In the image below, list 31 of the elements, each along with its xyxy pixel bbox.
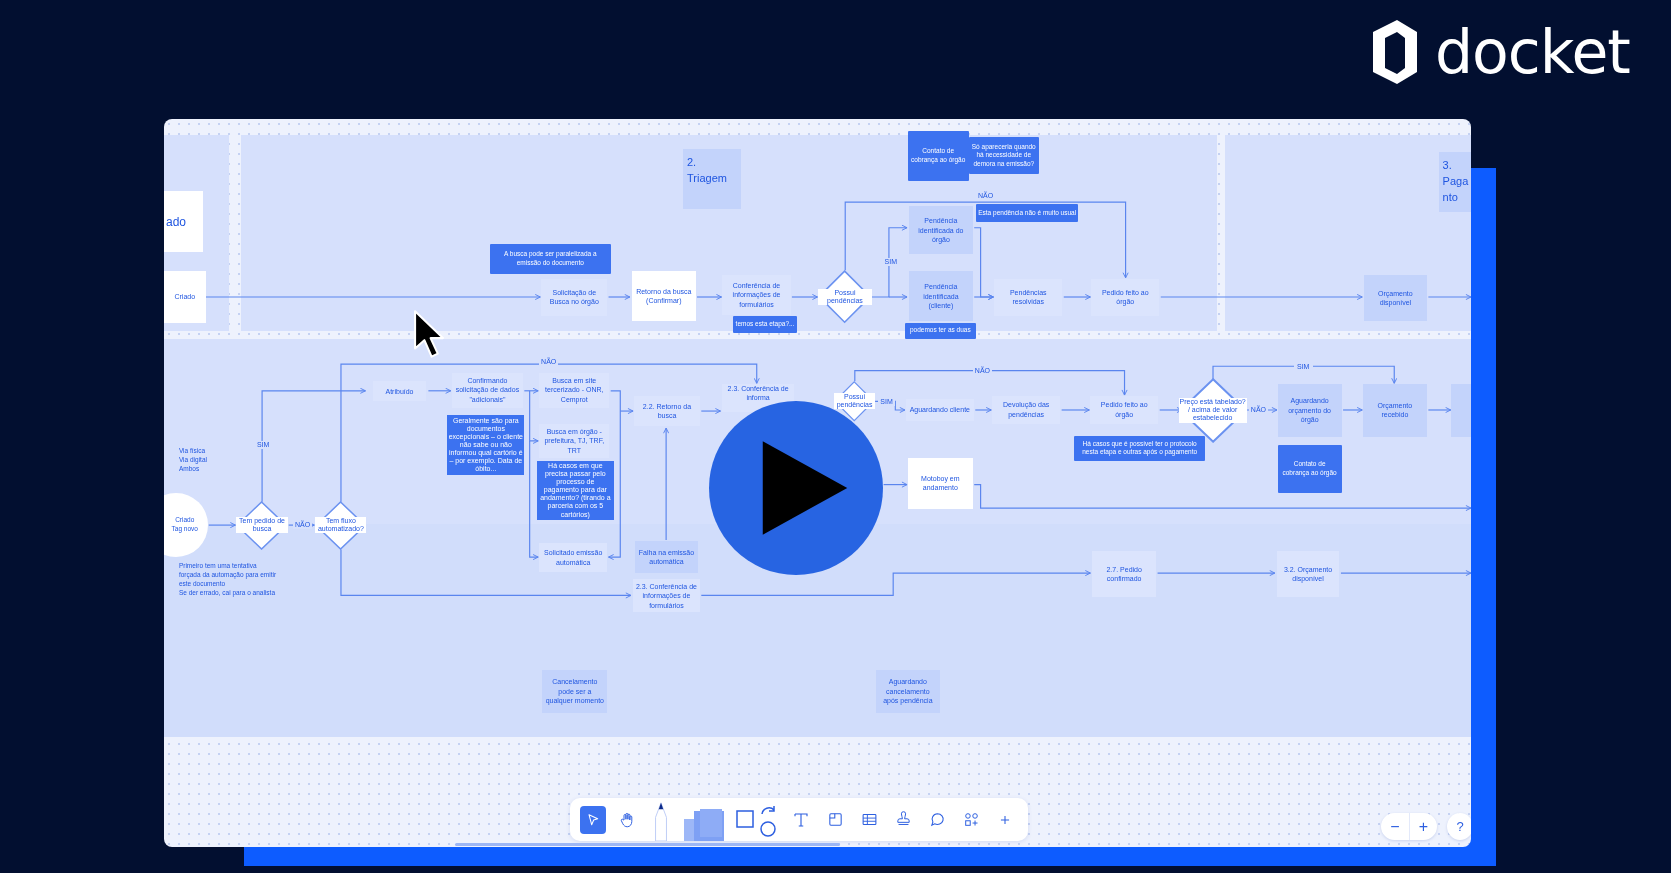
cursor-icon [585, 811, 601, 828]
process-step[interactable]: ado [164, 191, 204, 253]
connector-arrow [974, 406, 992, 413]
scrollbar[interactable] [455, 843, 840, 846]
text-icon [792, 810, 810, 829]
table-icon [860, 811, 878, 828]
connector-arrow [883, 481, 908, 488]
brand-name: docket [1435, 22, 1630, 82]
sticky-notes-icon [682, 807, 726, 841]
help-button[interactable]: ? [1447, 813, 1471, 840]
speech-bubble-icon [928, 811, 946, 828]
cursor-icon [413, 309, 444, 361]
whiteboard-canvas[interactable] [164, 119, 1471, 847]
connector-arrow [1063, 293, 1091, 301]
play-icon [761, 439, 849, 537]
components-icon [962, 811, 980, 828]
connector-arrow [696, 293, 723, 301]
stage-title[interactable]: 3. Paga nto [1438, 152, 1471, 212]
stage-title[interactable]: 2. Triagem [683, 148, 741, 209]
connector-arrow [1427, 293, 1471, 301]
zoom-in-button[interactable]: + [1409, 813, 1437, 840]
zoom-out-button[interactable]: − [1381, 813, 1409, 840]
connector-arrow [208, 522, 236, 529]
connector-arrow [1427, 406, 1452, 413]
connector-arrow [1342, 406, 1363, 413]
frame-icon [826, 811, 844, 828]
connector-arrow [791, 293, 819, 301]
connector-arrow [1061, 406, 1090, 413]
stamp-icon [894, 811, 912, 828]
connector-arrow [607, 293, 631, 301]
select-tool-button[interactable] [580, 805, 606, 834]
